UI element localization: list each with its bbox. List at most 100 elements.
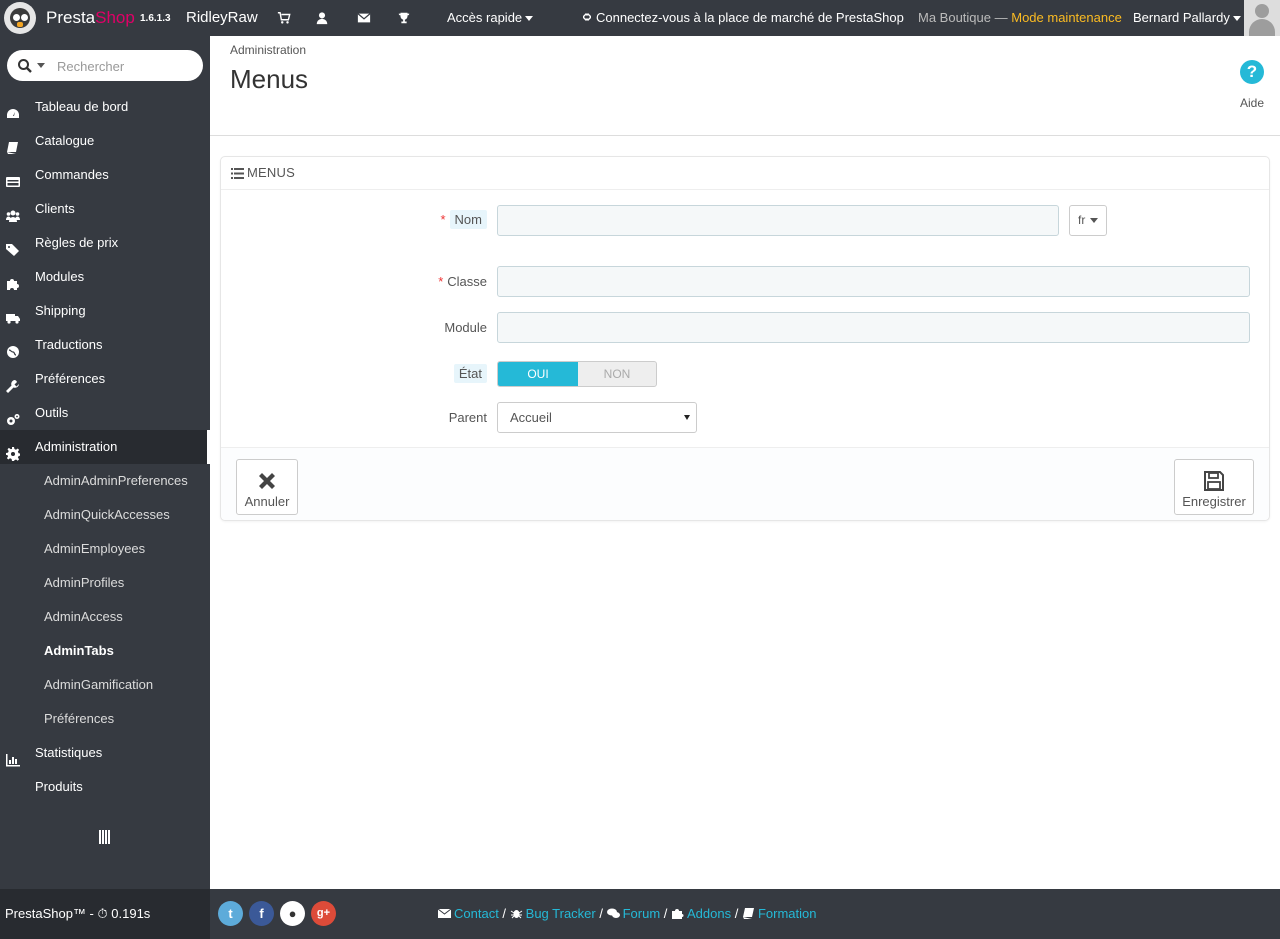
twitter-icon[interactable]: t xyxy=(218,901,243,926)
google-plus-icon[interactable]: g+ xyxy=(311,901,336,926)
shop-status[interactable]: Ma Boutique — Mode maintenance xyxy=(918,10,1122,25)
cancel-label: Annuler xyxy=(244,494,290,509)
help-label[interactable]: Aide xyxy=(1240,96,1264,110)
sidebar-item-outils[interactable]: Outils xyxy=(0,396,210,430)
puzzle-icon xyxy=(672,909,684,919)
footer-separator: - xyxy=(85,906,98,921)
user-menu[interactable]: Bernard Pallardy xyxy=(1133,10,1241,25)
sidebar: Tableau de bord Catalogue Commandes Clie… xyxy=(0,36,210,889)
sidebar-item-modules[interactable]: Modules xyxy=(0,260,210,294)
parent-selected-value: Accueil xyxy=(510,410,552,425)
footer-link-bug-tracker[interactable]: Bug Tracker xyxy=(526,906,596,921)
puzzle-icon xyxy=(6,270,20,290)
breadcrumb[interactable]: Administration xyxy=(230,43,306,57)
sidebar-item-catalogue[interactable]: Catalogue xyxy=(0,124,210,158)
trophy-icon[interactable] xyxy=(396,10,412,26)
sidebar-item-statistiques[interactable]: Statistiques xyxy=(0,736,210,770)
module-label: Module xyxy=(444,320,487,335)
prestashop-logo-icon[interactable] xyxy=(4,2,36,34)
submenu-item-admin-access[interactable]: AdminAccess xyxy=(0,600,210,634)
footer-link-separator: / xyxy=(660,906,671,921)
sidebar-item-commandes[interactable]: Commandes xyxy=(0,158,210,192)
module-input[interactable] xyxy=(497,312,1250,343)
language-dropdown[interactable]: fr xyxy=(1069,205,1107,236)
submenu-item-admin-profiles[interactable]: AdminProfiles xyxy=(0,566,210,600)
footer-link-separator: / xyxy=(595,906,607,921)
menu-form-panel: Menus * Nom fr * Classe Module État OUI NO… xyxy=(220,156,1270,521)
status-separator: — xyxy=(991,10,1012,25)
collapse-sidebar-icon[interactable] xyxy=(99,830,111,844)
help-icon[interactable]: ? xyxy=(1240,60,1264,84)
footer-brand: PrestaShop™ xyxy=(5,906,86,921)
brand-shop: Shop xyxy=(95,8,135,27)
footer-link-contact[interactable]: Contact xyxy=(454,906,499,921)
github-icon[interactable]: ● xyxy=(280,901,305,926)
etat-on-option[interactable]: OUI xyxy=(498,362,578,386)
search-icon[interactable] xyxy=(17,58,33,74)
user-name: Bernard Pallardy xyxy=(1133,10,1230,25)
submenu-item-admin-admin-preferences[interactable]: AdminAdminPreferences xyxy=(0,464,210,498)
classe-input[interactable] xyxy=(497,266,1250,297)
brand-presta: Presta xyxy=(46,8,96,27)
sidebar-item-label: Règles de prix xyxy=(35,235,119,250)
etat-label: État xyxy=(417,364,487,383)
search-scope-chevron-icon[interactable] xyxy=(37,63,45,68)
maintenance-badge: Mode maintenance xyxy=(1011,10,1122,25)
sidebar-item-dashboard[interactable]: Tableau de bord xyxy=(0,90,210,124)
brand-name[interactable]: PrestaShop xyxy=(46,8,135,28)
sidebar-item-label: Shipping xyxy=(35,303,86,318)
footer-links: Contact / Bug Tracker / Forum / Addons /… xyxy=(438,906,816,921)
user-icon[interactable] xyxy=(314,10,330,26)
sidebar-item-label: Tableau de bord xyxy=(35,99,129,114)
sidebar-item-label: Catalogue xyxy=(35,133,95,148)
classe-label: * Classe xyxy=(417,274,487,289)
footer-link-formation[interactable]: Formation xyxy=(758,906,817,921)
avatar[interactable] xyxy=(1244,0,1280,36)
sidebar-item-produits[interactable]: Produits xyxy=(0,770,210,804)
etat-toggle[interactable]: OUI NON xyxy=(497,361,657,387)
sidebar-item-shipping[interactable]: Shipping xyxy=(0,294,210,328)
chain-link-icon xyxy=(583,13,591,21)
sidebar-item-label: Préférences xyxy=(35,371,106,386)
quick-access-label: Accès rapide xyxy=(447,10,523,25)
sidebar-item-clients[interactable]: Clients xyxy=(0,192,210,226)
sidebar-item-traductions[interactable]: Traductions xyxy=(0,328,210,362)
sidebar-item-administration[interactable]: Administration xyxy=(0,430,210,464)
save-label: Enregistrer xyxy=(1182,494,1246,509)
submenu-item-admin-employees[interactable]: AdminEmployees xyxy=(0,532,210,566)
cart-icon[interactable] xyxy=(276,10,292,26)
quick-access-menu[interactable]: Accès rapide xyxy=(447,10,534,25)
footer-link-forum[interactable]: Forum xyxy=(623,906,661,921)
facebook-icon[interactable]: f xyxy=(249,901,274,926)
cog-icon xyxy=(6,440,21,461)
marketplace-label: Connectez-vous à la place de marché de P… xyxy=(596,10,904,25)
load-time: 0.191s xyxy=(111,906,151,921)
submenu-item-admin-quick-accesses[interactable]: AdminQuickAccesses xyxy=(0,498,210,532)
bug-icon xyxy=(510,910,522,919)
wrench-icon xyxy=(6,372,20,393)
footer-link-addons[interactable]: Addons xyxy=(687,906,731,921)
submenu-item-admin-gamification[interactable]: AdminGamification xyxy=(0,668,210,702)
submenu-item-preferences[interactable]: Préférences xyxy=(0,702,210,736)
save-button[interactable]: Enregistrer xyxy=(1174,459,1254,515)
chevron-down-icon xyxy=(684,415,690,420)
cancel-button[interactable]: Annuler xyxy=(236,459,298,515)
marketplace-link[interactable]: Connectez-vous à la place de marché de P… xyxy=(581,10,904,25)
dashboard-icon xyxy=(6,100,20,118)
panel-heading-label: Menus xyxy=(247,165,295,180)
nom-input[interactable] xyxy=(497,205,1059,236)
shop-name[interactable]: RidleyRaw xyxy=(186,9,258,26)
classe-label-text: Classe xyxy=(447,274,487,289)
sidebar-item-label: Commandes xyxy=(35,167,109,182)
search-input[interactable] xyxy=(57,56,197,76)
sidebar-item-regles-de-prix[interactable]: Règles de prix xyxy=(0,226,210,260)
envelope-icon[interactable] xyxy=(356,10,372,26)
sidebar-item-label: Traductions xyxy=(35,337,103,352)
page-title: Menus xyxy=(230,64,309,94)
comments-icon xyxy=(606,908,620,918)
sidebar-item-preferences[interactable]: Préférences xyxy=(0,362,210,396)
etat-off-option[interactable]: NON xyxy=(578,362,656,386)
parent-select[interactable]: Accueil xyxy=(497,402,697,433)
submenu-item-admin-tabs[interactable]: AdminTabs xyxy=(0,634,210,668)
bar-chart-icon xyxy=(6,746,20,767)
